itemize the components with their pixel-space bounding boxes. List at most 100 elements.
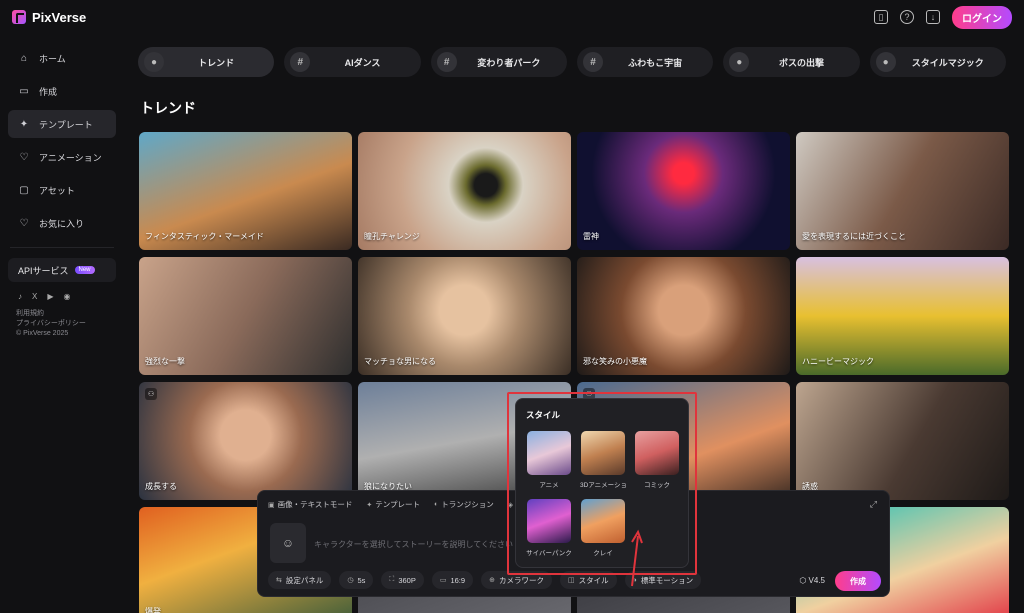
style-thumbnail <box>635 431 679 475</box>
sidebar-item-4[interactable]: ▢ アセット <box>8 176 116 204</box>
sidebar-item-label: アセット <box>39 185 75 196</box>
chip-thumb-icon: # <box>436 52 457 72</box>
chip-label: トレンド <box>198 57 235 68</box>
style-popup: スタイル アニメ 3Dアニメーション コミックサイバーパンク クレイ <box>515 398 689 568</box>
api-service-label: APIサービス <box>18 265 69 276</box>
toolbar-option-0[interactable]: ⇆ 設定パネル <box>268 571 332 589</box>
card-label: 瞳孔チャレンジ <box>364 232 420 241</box>
mode-icon: ◈ <box>507 501 514 509</box>
sidebar: ⌂ ホーム ▭ 作成 ✦ テンプレート ♡ アニメーション ▢ アセット ♡ お気に入り APIサービ… <box>0 34 124 613</box>
sidebar-item-2[interactable]: ✦ テンプレート <box>8 110 116 138</box>
template-card[interactable]: ⚇ 成長する <box>139 382 352 500</box>
toolbar-option-6[interactable]: ◑ 標準モーション <box>624 571 702 589</box>
pixverse-logo-icon <box>12 10 26 24</box>
mode-tab-2[interactable]: ◐ トランジション <box>434 499 494 510</box>
discord-icon[interactable]: ◉ <box>64 292 71 301</box>
tool-icon: ◑ <box>632 576 637 584</box>
mode-icon: ◐ <box>434 501 439 508</box>
privacy-link[interactable]: プライバシーポリシー <box>8 319 116 329</box>
style-option-3[interactable]: サイバーパンク <box>526 499 572 557</box>
api-service-link[interactable]: APIサービス New <box>8 258 116 282</box>
model-version-label: V4.5 <box>808 576 825 585</box>
card-label: マッチョな男になる <box>364 357 436 366</box>
category-chip-3[interactable]: # ふわもこ宇宙 <box>576 47 714 77</box>
style-option-2[interactable]: コミック <box>634 431 680 489</box>
style-thumbnail <box>581 499 625 543</box>
youtube-icon[interactable]: ▶ <box>47 292 53 301</box>
tool-label: 360P <box>398 575 416 585</box>
style-label: アニメ <box>539 482 559 489</box>
template-card[interactable]: ハニービーマジック <box>796 257 1009 375</box>
template-card[interactable]: 誘惑 <box>796 382 1009 500</box>
template-card[interactable]: 邪な笑みの小悪魔 <box>577 257 790 375</box>
sidebar-item-0[interactable]: ⌂ ホーム <box>8 44 116 72</box>
toolbar-option-2[interactable]: ⛶ 360P <box>381 571 424 589</box>
style-option-0[interactable]: アニメ <box>526 431 572 489</box>
card-type-icon: ⚇ <box>145 388 157 400</box>
style-option-1[interactable]: 3Dアニメーション <box>580 431 626 489</box>
composer-toolbar: ⇆ 設定パネル ◷ 5s ⛶ 360P ▭ 16:9 ⊕ カメラワーク ◫ スタイル ◑ 標準モーション <box>268 571 702 589</box>
tiktok-icon[interactable]: ♪ <box>18 292 22 301</box>
category-chips: ● トレンド # AIダンス # 変わり者パーク # ふわもこ宇宙 ● ボスの出撃 ● スタイルマジッ… <box>138 47 1006 77</box>
category-chip-5[interactable]: ● スタイルマジック <box>869 47 1006 77</box>
toolbar-option-5[interactable]: ◫ スタイル <box>559 571 617 589</box>
sidebar-item-5[interactable]: ♡ お気に入り <box>8 209 116 237</box>
add-character-button[interactable]: ☺ <box>270 523 306 563</box>
model-version[interactable]: ⬡ V4.5 <box>799 576 825 585</box>
style-label: コミック <box>644 482 670 489</box>
category-chip-0[interactable]: ● トレンド <box>138 47 275 77</box>
style-label: 3Dアニメーション <box>580 482 626 489</box>
card-label: 成長する <box>145 482 177 491</box>
chip-label: AIダンス <box>344 57 381 68</box>
sidebar-item-1[interactable]: ▭ 作成 <box>8 77 116 105</box>
template-card[interactable]: 雷神 <box>577 132 790 250</box>
logo[interactable]: PixVerse <box>12 10 86 25</box>
mode-tab-0[interactable]: ▣ 画像・テキストモード <box>268 499 352 510</box>
home-icon: ⌂ <box>20 52 28 64</box>
category-chip-1[interactable]: # AIダンス <box>284 47 421 77</box>
tool-icon: ⊕ <box>489 577 495 584</box>
video-icon: ▭ <box>19 85 29 97</box>
template-card[interactable]: 瞳孔チャレンジ <box>358 132 571 250</box>
tool-icon: ▭ <box>439 577 447 584</box>
expand-icon[interactable]: ⤢ <box>870 499 877 510</box>
style-option-4[interactable]: クレイ <box>580 499 626 557</box>
tool-label: 設定パネル <box>285 575 324 585</box>
mode-label: テンプレート <box>375 500 421 509</box>
prompt-input[interactable]: キャラクターを選択してストーリーを説明してください <box>314 539 513 550</box>
tool-icon: ⛶ <box>389 576 395 583</box>
sidebar-item-label: お気に入り <box>39 218 85 229</box>
card-label: 雷神 <box>583 232 599 241</box>
tool-label: カメラワーク <box>498 575 544 585</box>
create-button[interactable]: 作成 <box>835 571 881 591</box>
chip-thumb-icon: ● <box>144 52 164 72</box>
copyright: © PixVerse 2025 <box>16 330 69 337</box>
chip-thumb-icon: ● <box>729 52 750 72</box>
login-button[interactable]: ログイン <box>952 5 1012 29</box>
template-card[interactable]: マッチョな男になる <box>358 257 571 375</box>
style-thumbnail <box>527 499 571 543</box>
sidebar-item-label: 作成 <box>39 86 58 97</box>
mode-tab-1[interactable]: ✦ テンプレート <box>366 499 420 510</box>
tool-label: 16:9 <box>450 575 466 585</box>
download-icon[interactable]: ↓ <box>926 10 940 24</box>
terms-link[interactable]: 利用規約 <box>8 309 116 319</box>
style-label: サイバーパンク <box>526 550 572 557</box>
template-card[interactable]: 強烈な一撃 <box>139 257 352 375</box>
heart-outline-icon: ♡ <box>19 151 29 163</box>
toolbar-option-4[interactable]: ⊕ カメラワーク <box>481 571 552 589</box>
help-icon[interactable]: ? <box>900 10 914 24</box>
sidebar-item-3[interactable]: ♡ アニメーション <box>8 143 116 171</box>
mode-label: 画像・テキストモード <box>277 500 353 509</box>
toolbar-option-1[interactable]: ◷ 5s <box>339 571 374 589</box>
book-icon[interactable]: ▯ <box>874 10 888 24</box>
mode-icon: ▣ <box>268 501 275 509</box>
x-icon[interactable]: X <box>32 292 37 301</box>
category-chip-2[interactable]: # 変わり者パーク <box>430 47 567 77</box>
template-card[interactable]: 愛を表現するには近づくこと <box>796 132 1009 250</box>
chip-label: スタイルマジック <box>911 57 984 68</box>
style-popup-title: スタイル <box>526 410 561 420</box>
category-chip-4[interactable]: ● ボスの出撃 <box>723 47 860 77</box>
toolbar-option-3[interactable]: ▭ 16:9 <box>431 571 474 589</box>
template-card[interactable]: フィンタスティック・マーメイド <box>139 132 352 250</box>
